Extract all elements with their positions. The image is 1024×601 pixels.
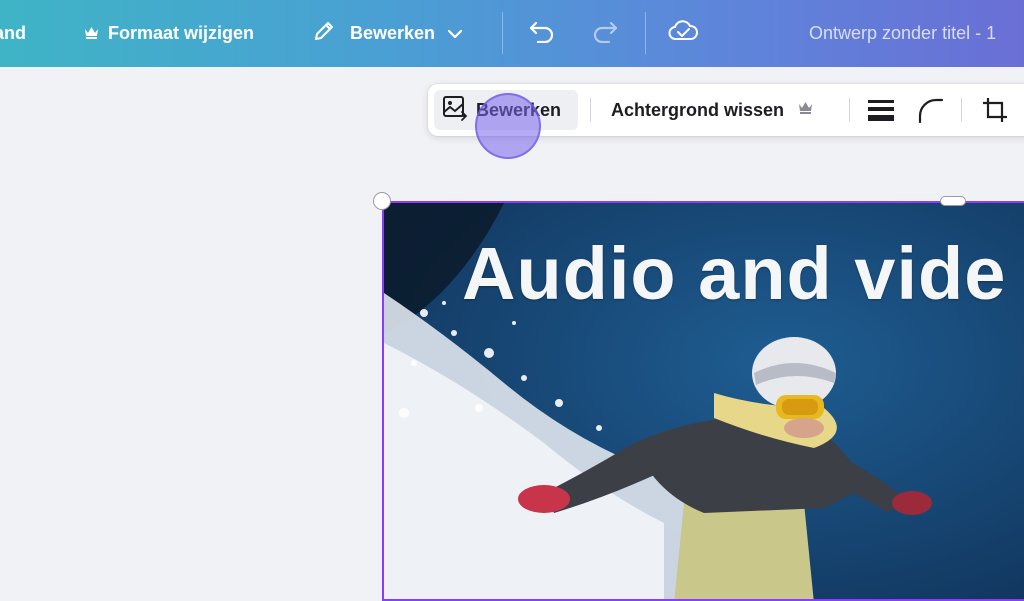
toolbar-divider xyxy=(590,98,591,122)
border-style-button[interactable] xyxy=(868,98,894,127)
remove-background-button[interactable]: Achtergrond wissen xyxy=(611,84,813,136)
resize-button[interactable]: Formaat wijzigen xyxy=(84,0,254,67)
crown-icon xyxy=(84,23,99,44)
crop-icon xyxy=(981,98,1009,128)
corner-radius-icon xyxy=(916,98,944,128)
resize-handle-top[interactable] xyxy=(940,196,966,206)
design-title[interactable]: Ontwerp zonder titel - 1 xyxy=(809,0,996,67)
resize-handle-corner[interactable] xyxy=(373,192,391,210)
chevron-down-icon xyxy=(447,23,463,44)
toolbar-divider xyxy=(961,98,962,122)
resize-label: Formaat wijzigen xyxy=(108,23,255,43)
redo-button[interactable] xyxy=(591,0,619,67)
image-caption-text: Audio and vide xyxy=(462,232,1007,315)
crop-button[interactable] xyxy=(981,96,1009,129)
file-menu-button[interactable]: tand xyxy=(0,0,26,67)
edit-image-button[interactable]: Bewerken xyxy=(434,90,578,130)
editor-top-bar: tand Formaat wijzigen Bewerken Ontwe xyxy=(0,0,1024,67)
toolbar-divider xyxy=(849,98,850,122)
file-menu-label: tand xyxy=(0,23,26,43)
design-title-text: Ontwerp zonder titel - 1 xyxy=(809,23,997,43)
edit-mode-dropdown[interactable]: Bewerken xyxy=(312,0,463,67)
undo-button[interactable] xyxy=(528,0,556,67)
corner-rounding-button[interactable] xyxy=(916,96,944,129)
remove-background-label: Achtergrond wissen xyxy=(611,99,785,120)
edit-image-icon xyxy=(442,95,468,126)
edit-mode-label: Bewerken xyxy=(350,23,436,43)
edit-image-label: Bewerken xyxy=(476,99,562,120)
toolbar-divider xyxy=(502,12,503,54)
crown-icon xyxy=(798,101,813,119)
cloud-check-icon xyxy=(668,19,698,48)
redo-icon xyxy=(591,19,619,48)
image-context-toolbar: Bewerken Achtergrond wissen xyxy=(428,84,1024,136)
selected-image-element[interactable]: Audio and vide xyxy=(382,201,1024,601)
undo-icon xyxy=(528,19,556,48)
pencil-icon xyxy=(312,19,336,48)
toolbar-divider xyxy=(645,12,646,54)
save-status-button[interactable] xyxy=(668,0,698,67)
border-style-icon xyxy=(868,100,894,126)
